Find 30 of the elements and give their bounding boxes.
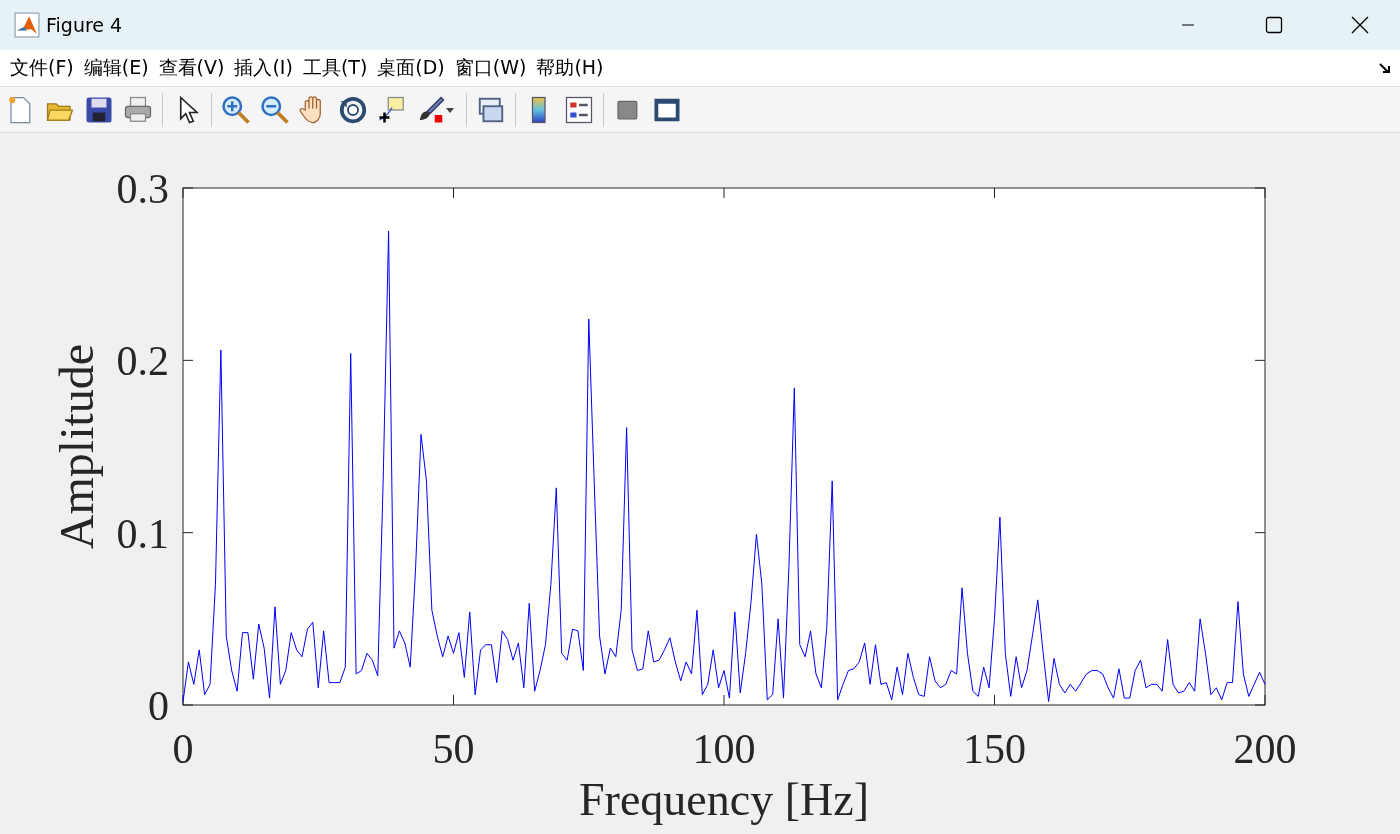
menu-item[interactable]: 文件(F) [6, 55, 78, 81]
maximize-button[interactable] [1265, 16, 1283, 34]
menu-item[interactable]: 插入(I) [230, 55, 297, 81]
axis-title: Frequency [Hz] [579, 774, 869, 825]
rotate-icon[interactable] [338, 94, 368, 125]
app-logo-icon [14, 12, 40, 38]
tick-label: 50 [432, 726, 475, 772]
tick-label: 150 [963, 726, 1026, 772]
data-cursor-icon[interactable] [377, 94, 407, 125]
tick-label: 200 [1233, 726, 1297, 772]
menu-item[interactable]: 查看(V) [154, 55, 229, 81]
tick-label: 0.1 [116, 510, 169, 557]
menu-item[interactable]: 工具(T) [298, 55, 372, 81]
tick-label: 100 [692, 726, 756, 772]
menu-item[interactable]: 桌面(D) [373, 55, 449, 81]
legend-icon[interactable] [564, 94, 594, 125]
dock-arrow-icon[interactable] [1378, 61, 1392, 75]
menu-item[interactable]: 帮助(H) [532, 55, 608, 81]
tick-label: 0.3 [116, 166, 169, 212]
axis-title: Amplitude [50, 343, 103, 550]
close-button[interactable] [1351, 16, 1369, 34]
print-icon[interactable] [123, 94, 153, 125]
zoom-out-icon[interactable] [260, 94, 290, 125]
tick-label: 0 [148, 683, 169, 729]
menu-item[interactable]: 窗口(W) [450, 55, 531, 81]
tick-label: 0.2 [116, 338, 169, 385]
window-title: Figure 4 [46, 14, 124, 36]
menu-item[interactable]: 编辑(E) [79, 55, 153, 81]
zoom-in-icon[interactable] [221, 94, 251, 125]
tick-label: 0 [172, 726, 194, 772]
